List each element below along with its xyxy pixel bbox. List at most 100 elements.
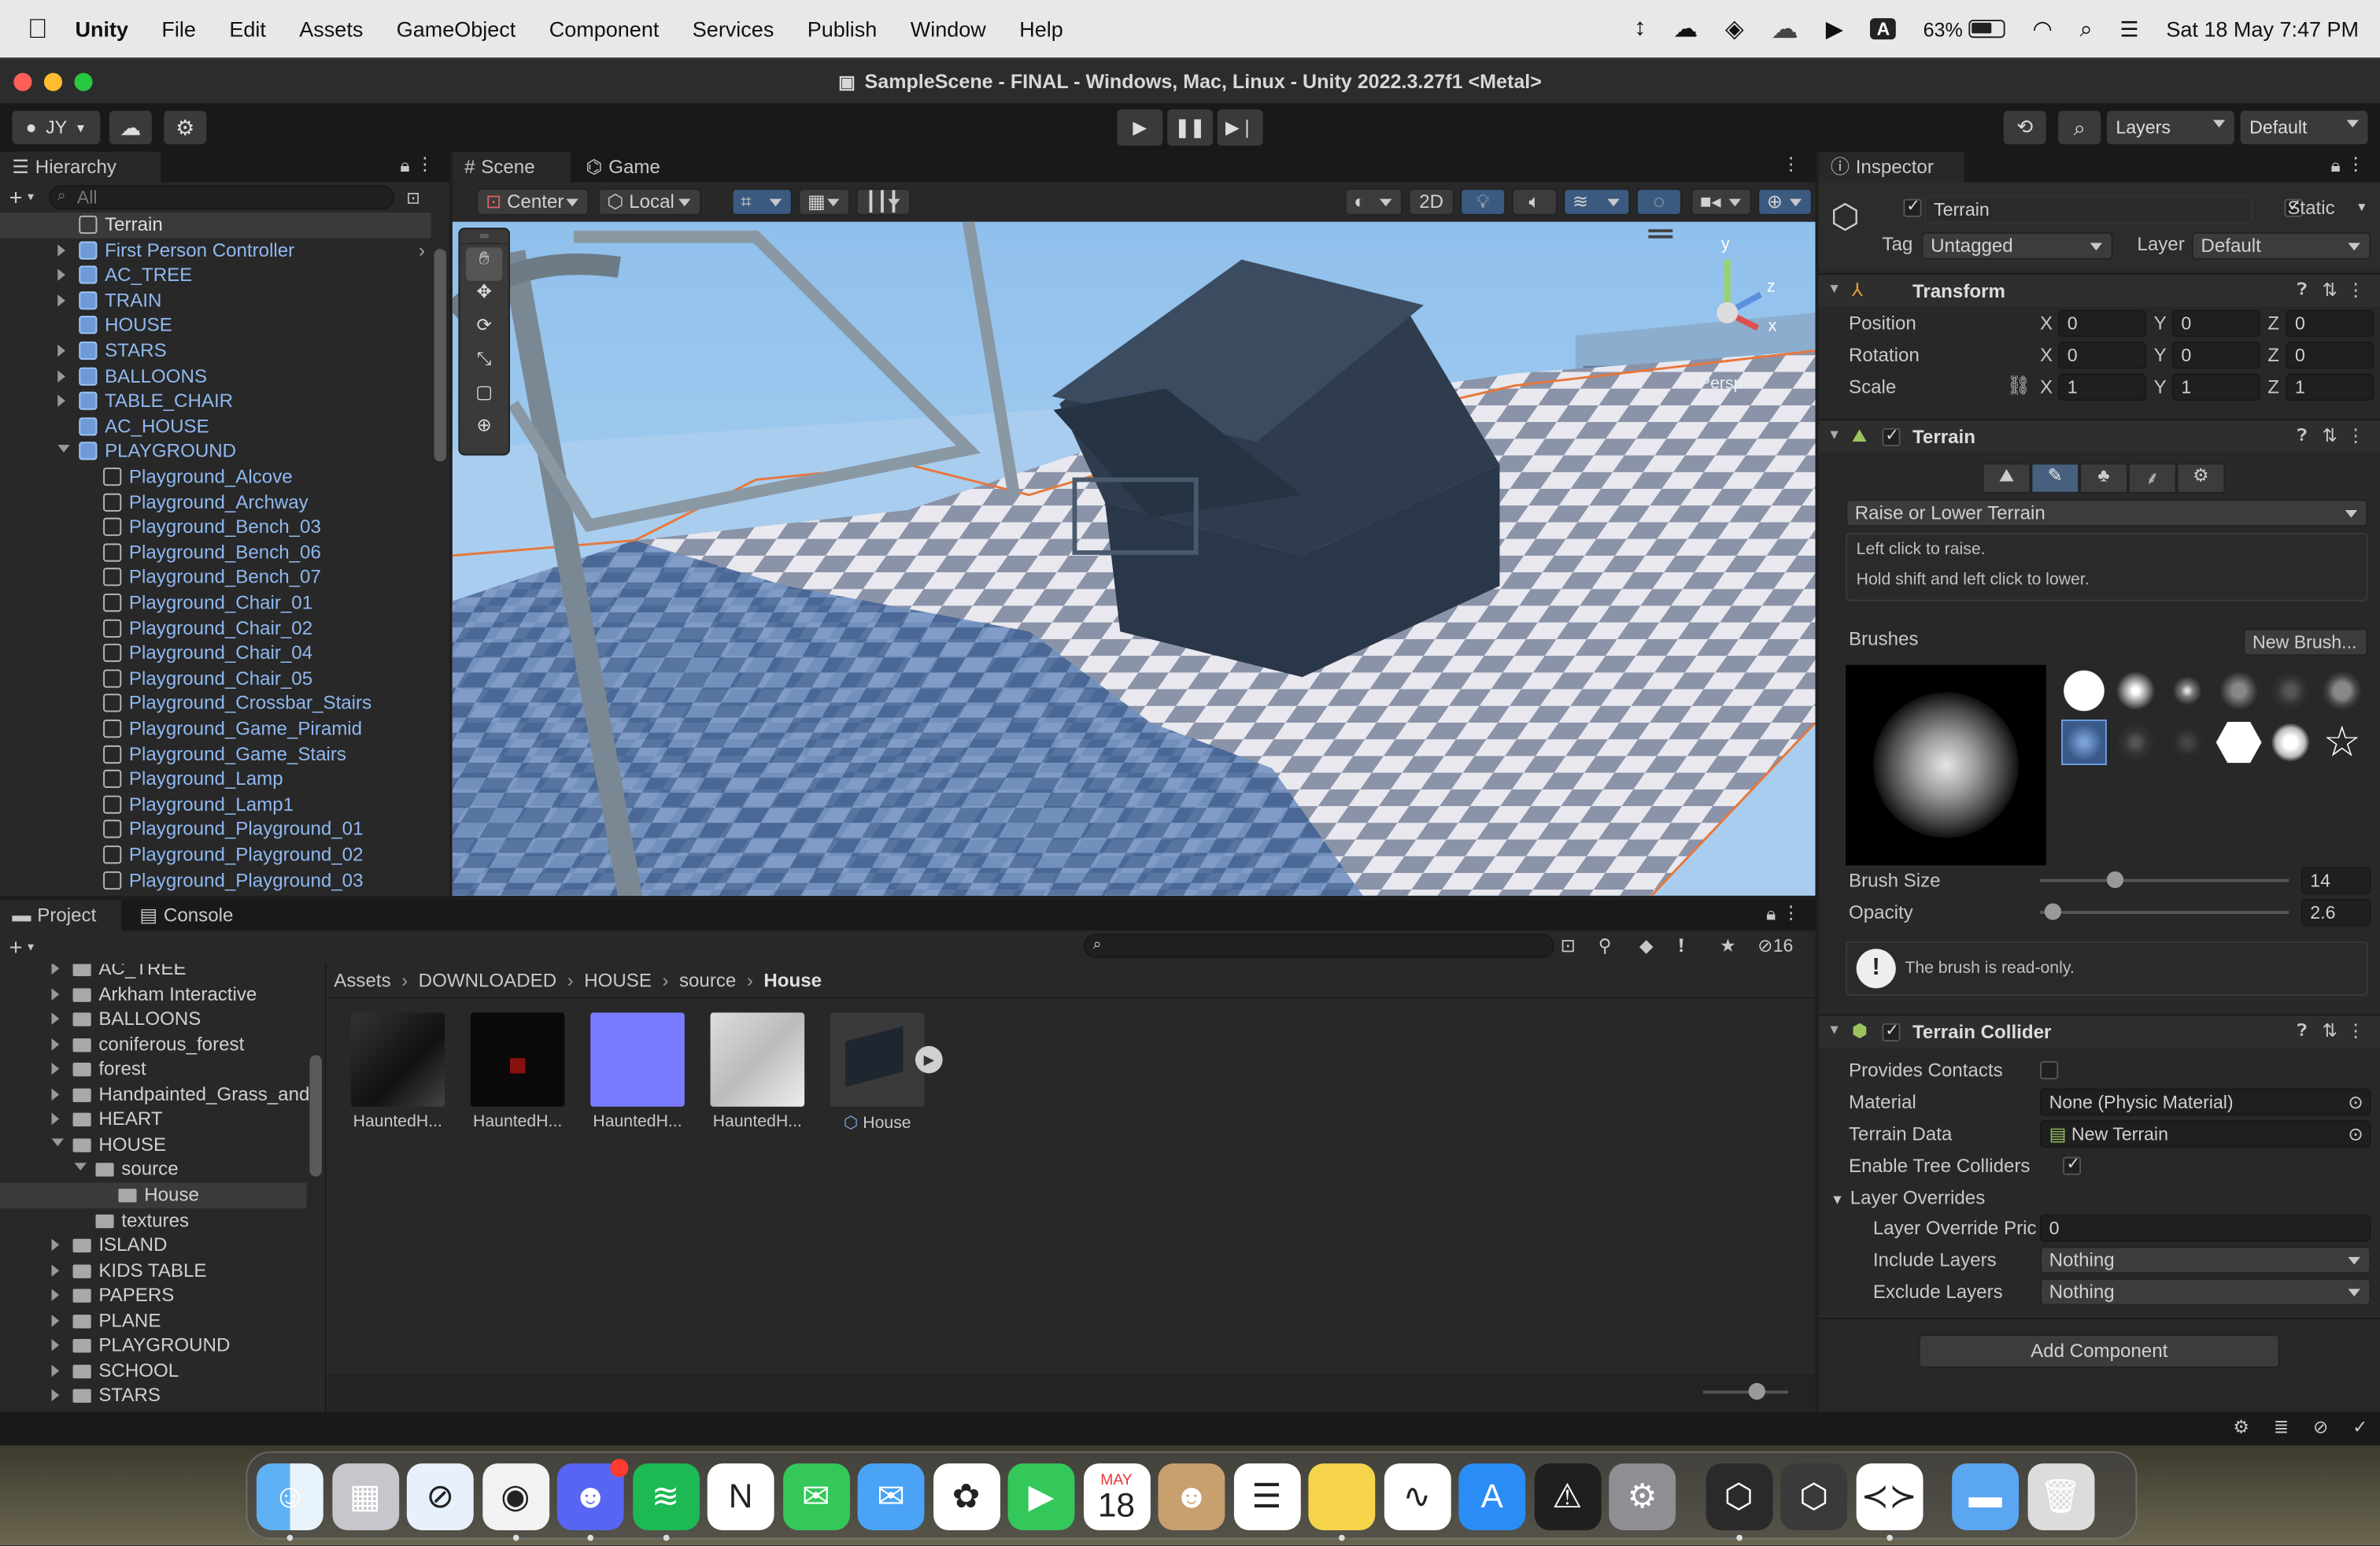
terrain-tool-dropdown[interactable]: Raise or Lower Terrain [1846, 499, 2368, 527]
hierarchy-search-input[interactable]: ⌕ All [48, 185, 394, 210]
collapsed-arrow-icon[interactable] [57, 294, 65, 307]
search-options-icon[interactable]: ⊡ [406, 187, 420, 207]
folder-item[interactable]: HOUSE [0, 1132, 307, 1157]
transform-rotation-x-input[interactable]: 0 [2058, 341, 2146, 369]
object-picker-icon[interactable]: ⊙ [2348, 1122, 2363, 1146]
collapsed-arrow-icon[interactable] [51, 1263, 60, 1277]
create-terrain-tool[interactable]: ⛰︎ [1982, 463, 2031, 494]
folder-item[interactable]: AC_TREE [0, 963, 307, 982]
app-menu[interactable]: Unity [75, 17, 128, 41]
breadcrumb-item[interactable]: Assets [334, 970, 390, 991]
add-component-button[interactable]: Add Component [1918, 1334, 2280, 1368]
discord-app-icon[interactable]: ☻ [556, 1459, 629, 1541]
control-center-icon[interactable]: ☰ [2119, 16, 2138, 42]
search-icon[interactable]: ⌕ [2080, 16, 2093, 42]
hierarchy-item[interactable]: TABLE_CHAIR [0, 389, 431, 414]
kebab-menu-icon[interactable]: ⋮ [416, 153, 434, 175]
tab-game[interactable]: ⌬ Game [574, 152, 680, 183]
collapsed-arrow-icon[interactable] [51, 963, 60, 975]
hierarchy-item[interactable]: BALLOONS [0, 364, 431, 389]
pivot-rotation-dropdown[interactable]: ⬡ Local [597, 188, 701, 216]
hand-tool-button[interactable]: ✋︎ [466, 247, 503, 281]
collapsed-arrow-icon[interactable] [57, 369, 65, 383]
asset-item[interactable]: HauntedH... [583, 1012, 693, 1149]
asset-item[interactable]: HauntedH... [343, 1012, 453, 1149]
asset-item[interactable]: HauntedH... [463, 1012, 572, 1149]
transform-position-y-input[interactable]: 0 [2171, 309, 2260, 338]
step-button[interactable]: ▶❘ [1217, 109, 1263, 146]
increment-snap-toggle[interactable]: ┃┃┃ [856, 188, 911, 216]
transform-tool-button[interactable]: ⊕ [460, 414, 508, 447]
hierarchy-item[interactable]: Playground_Playground_01 [0, 817, 431, 842]
hierarchy-scrollbar[interactable] [434, 219, 446, 887]
tag-dropdown[interactable]: Untagged [1921, 232, 2113, 260]
draw-mode-dropdown[interactable]: ◐ [1344, 188, 1402, 216]
tab-hierarchy[interactable]: ☰ Hierarchy [0, 151, 161, 183]
folder-item[interactable]: ISLAND [0, 1233, 307, 1258]
expand-asset-icon[interactable]: ▶ [915, 1045, 943, 1074]
freeform-app-icon[interactable]: ∿ [1383, 1463, 1451, 1530]
asset-item[interactable]: ▶ ⬡ House [822, 1012, 943, 1149]
folder-item[interactable]: SCHOOL [0, 1359, 307, 1384]
chevron-down-icon[interactable]: ▼ [25, 192, 35, 203]
object-name-field[interactable]: Terrain [1924, 195, 2252, 224]
lighting-toggle[interactable]: 💡︎ [1460, 188, 1506, 216]
favorite-star-icon[interactable]: ★ [1720, 935, 1736, 956]
layer-priority-input[interactable]: 0 [2039, 1214, 2371, 1242]
terrain-collider-header[interactable]: ▼ ⬢ Terrain Collider ❓︎ ⇅ ⋮ [1818, 1014, 2380, 1048]
effects-dropdown[interactable]: ≋ [1563, 188, 1631, 216]
hierarchy-item[interactable]: HOUSE [0, 313, 431, 338]
swirl-brush-icon[interactable] [2112, 719, 2159, 765]
visibility-toggle[interactable]: ◌ [1635, 188, 1682, 216]
chevron-right-icon[interactable]: › [419, 238, 425, 263]
chrome-app-icon[interactable]: ◉ [482, 1463, 549, 1541]
search-button[interactable]: ⌕ [2058, 110, 2101, 145]
hierarchy-item[interactable]: TRAIN [0, 288, 431, 313]
menu-edit[interactable]: Edit [229, 17, 266, 41]
camera-dropdown[interactable]: ■◂ [1691, 188, 1752, 216]
folder-scroll-thumb[interactable] [309, 1055, 322, 1177]
folder-item[interactable]: KIDS TABLE [0, 1258, 307, 1283]
collider-enabled-checkbox[interactable] [1882, 1020, 1901, 1041]
collapsed-arrow-icon[interactable] [57, 243, 65, 257]
app-store-app-icon[interactable]: A [1458, 1463, 1526, 1530]
brush-size-input[interactable]: 14 [2301, 867, 2371, 894]
clock[interactable]: Sat 18 May 7:47 PM [2166, 17, 2359, 41]
presets-icon[interactable]: ⇅ [2323, 425, 2338, 446]
gizmos-dropdown[interactable]: ⊕ [1757, 188, 1813, 216]
launchpad-app-icon[interactable]: ▦ [331, 1463, 399, 1530]
scene-render[interactable]: y x z < Persp [452, 221, 1816, 896]
unity-status-icon[interactable]: ◈ [1725, 13, 1744, 44]
transform-scale-x-input[interactable]: 1 [2058, 373, 2146, 401]
keyboard-input-icon[interactable]: A [1870, 18, 1896, 40]
opacity-slider[interactable] [2039, 903, 2289, 920]
hierarchy-item[interactable]: Playground_Alcove [0, 464, 431, 490]
safari-app-icon[interactable]: ⊘ [406, 1463, 474, 1530]
unity-hub-app-icon[interactable]: ⬡ [1705, 1463, 1772, 1541]
hierarchy-item[interactable]: Playground_Bench_07 [0, 565, 431, 590]
collapsed-arrow-icon[interactable] [51, 1314, 60, 1326]
terrain-header[interactable]: ▼ ⛰︎ Terrain ❓︎ ⇅ ⋮ [1818, 419, 2380, 453]
folder-item[interactable]: textures [0, 1208, 307, 1233]
hierarchy-item[interactable]: Playground_Chair_04 [0, 641, 431, 666]
folder-item[interactable]: HEART [0, 1108, 307, 1133]
asset-item[interactable]: HauntedH... [703, 1012, 812, 1149]
folder-scrollbar[interactable] [309, 970, 322, 1401]
unity-app-icon[interactable]: ⬡ [1780, 1463, 1848, 1530]
play-button[interactable]: ▶ [1117, 109, 1163, 146]
hierarchy-item[interactable]: Playground_Chair_01 [0, 590, 431, 616]
constrain-proportions-icon[interactable]: ⛓ [2007, 375, 2031, 398]
toggle-2d-button[interactable]: 2D [1408, 188, 1454, 216]
transform-header[interactable]: ▼ ⅄ Transform ❓︎ ⇅ ⋮ [1818, 273, 2380, 307]
enable-tree-colliders-checkbox[interactable] [2063, 1154, 2082, 1175]
calendar-app-icon[interactable]: MAY 18 [1083, 1463, 1150, 1530]
collapse-arrow-icon[interactable]: ▼ [1828, 1022, 1841, 1037]
hierarchy-item[interactable]: Playground_Chair_05 [0, 666, 431, 691]
folder-item[interactable]: PLAYGROUND [0, 1333, 307, 1359]
collapsed-arrow-icon[interactable] [51, 1037, 60, 1050]
opacity-input[interactable]: 2.6 [2301, 898, 2371, 926]
kebab-menu-icon[interactable]: ⋮ [2347, 153, 2365, 175]
icloud-icon[interactable]: ☁ [1771, 13, 1798, 44]
facetime-app-icon[interactable]: ▶ [1007, 1463, 1075, 1530]
hierarchy-item[interactable]: AC_HOUSE [0, 414, 431, 439]
